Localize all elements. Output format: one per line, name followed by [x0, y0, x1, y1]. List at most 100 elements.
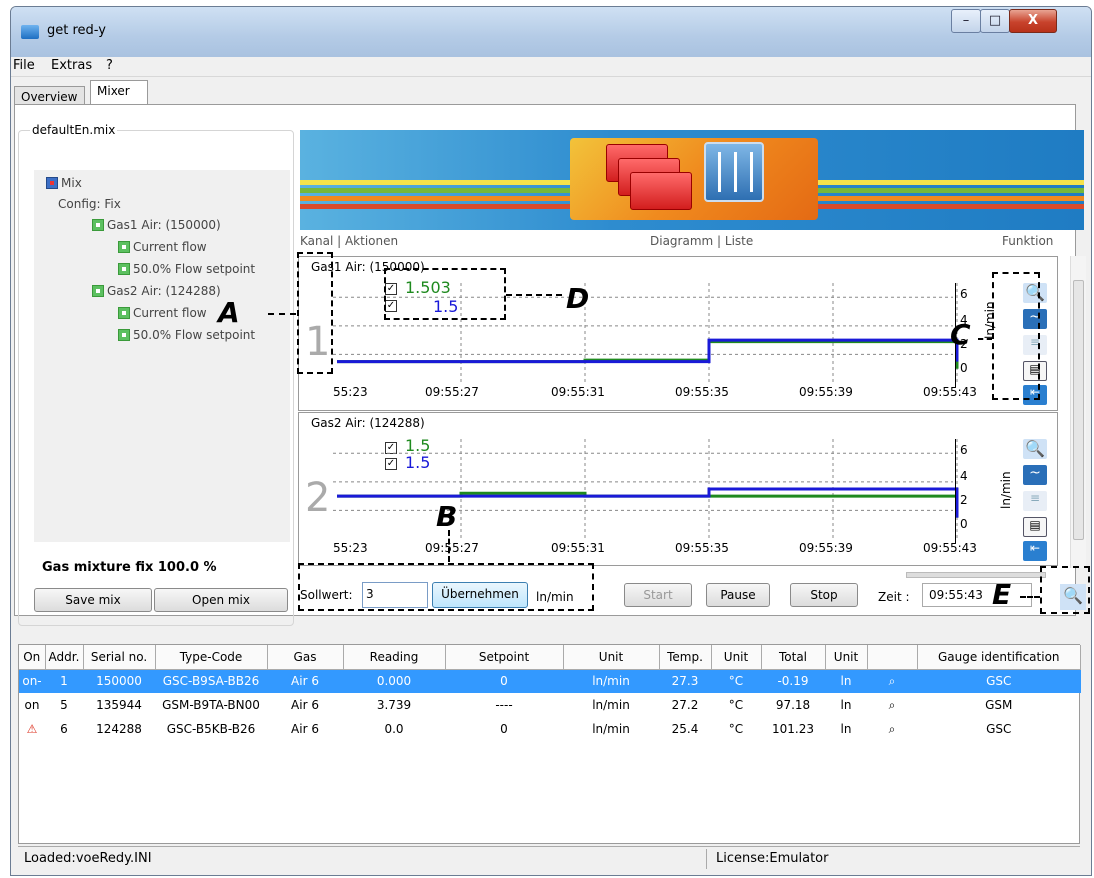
zoom-icon[interactable]: 🔍: [1023, 439, 1047, 459]
annotation-leader: [268, 313, 296, 315]
zeit-label: Zeit :: [878, 590, 910, 604]
x-tick-label: 09:55:31: [551, 385, 605, 399]
x-tick-label: 55:23: [333, 385, 368, 399]
tab-overview[interactable]: Overview: [14, 86, 85, 106]
series-setpoint-line: [337, 338, 959, 364]
annotation-box-e: [1040, 566, 1090, 614]
annotation-letter-a: A: [218, 296, 240, 329]
open-mix-button[interactable]: Open mix: [154, 588, 288, 612]
gauge-search-icon[interactable]: ⌕: [867, 717, 917, 741]
zeit-value: 09:55:43: [922, 583, 1032, 607]
y-tick-label: 0: [960, 517, 968, 531]
x-tick-label: 09:55:43: [923, 541, 977, 555]
tab-mixer[interactable]: Mixer: [90, 80, 148, 106]
table-row[interactable]: on- 1 150000 GSC-B9SA-BB26 Air 6 0.000 0 ln/min…: [19, 669, 1081, 693]
close-button[interactable]: X: [1009, 9, 1057, 33]
annotation-leader: [506, 294, 562, 296]
scrollbar-thumb[interactable]: [1073, 280, 1084, 540]
time-slider[interactable]: [906, 572, 1046, 578]
device-banner: [300, 130, 1084, 230]
tree-node-gas1[interactable]: Gas1 Air: (150000): [92, 218, 221, 232]
x-tick-label: 09:55:35: [675, 541, 729, 555]
col-header[interactable]: Gas: [267, 645, 344, 670]
device-table: On Addr. Serial no. Type-Code Gas Readin…: [18, 644, 1081, 844]
x-tick-label: 09:55:27: [425, 541, 479, 555]
mix-tree: Mix Config: Fix Gas1 Air: (150000) Curre…: [34, 170, 290, 542]
tree-node-gas1-setpoint[interactable]: 50.0% Flow setpoint: [118, 262, 255, 276]
col-header[interactable]: [867, 645, 918, 670]
tree-node-mix[interactable]: Mix: [46, 176, 82, 190]
header-kanal: Kanal | Aktionen: [300, 234, 399, 248]
channel-number: 2: [305, 475, 331, 521]
annotation-box-c: [992, 272, 1040, 400]
col-header[interactable]: Unit: [711, 645, 762, 670]
save-mix-button[interactable]: Save mix: [34, 588, 152, 612]
col-header[interactable]: Type-Code: [155, 645, 268, 670]
status-loaded: Loaded:voeRedy.INI: [24, 851, 152, 866]
x-tick-label: 09:55:35: [675, 385, 729, 399]
series-actual-line: [337, 340, 959, 369]
col-header[interactable]: Unit: [563, 645, 660, 670]
title-bar[interactable]: get red-y – □ X: [11, 7, 1091, 57]
tree-node-gas2-setpoint[interactable]: 50.0% Flow setpoint: [118, 328, 255, 342]
col-header[interactable]: Reading: [343, 645, 446, 670]
gauge-search-icon[interactable]: ⌕: [867, 669, 917, 693]
col-header[interactable]: Addr.: [45, 645, 84, 670]
pause-button[interactable]: Pause: [706, 583, 770, 607]
list-icon[interactable]: ≡: [1023, 491, 1047, 511]
gauge-search-icon[interactable]: ⌕: [867, 693, 917, 717]
chart-plot: [333, 439, 959, 539]
annotation-letter-d: D: [566, 282, 590, 315]
col-header[interactable]: On: [19, 645, 46, 670]
annotation-leader: [978, 338, 992, 340]
table-icon[interactable]: ▤: [1023, 517, 1047, 537]
export-icon[interactable]: ⇤: [1023, 541, 1047, 561]
flow-node-icon: [118, 241, 130, 253]
tree-node-config[interactable]: Config: Fix: [58, 197, 121, 211]
table-row[interactable]: ⚠ 6 124288 GSC-B5KB-B26 Air 6 0.0 0 ln/min 25.4 °…: [19, 717, 1081, 741]
vertical-scrollbar[interactable]: [1070, 256, 1086, 568]
tree-node-gas2-current-flow[interactable]: Current flow: [118, 306, 207, 320]
annotation-letter-e: E: [992, 578, 1012, 611]
x-tick-label: 09:55:31: [551, 541, 605, 555]
annotation-box-b: [298, 563, 594, 611]
setpoint-node-icon: [118, 263, 130, 275]
stop-button[interactable]: Stop: [790, 583, 858, 607]
y-tick-label: 6: [960, 287, 968, 301]
col-header[interactable]: Total: [761, 645, 826, 670]
y-tick-label: 2: [960, 493, 968, 507]
y-tick-label: 6: [960, 443, 968, 457]
y-tick-label: 0: [960, 361, 968, 375]
annotation-leader: [448, 530, 450, 562]
menu-extras[interactable]: Extras: [51, 58, 92, 73]
y-axis: [955, 439, 956, 543]
gas-node-icon: [92, 285, 104, 297]
app-icon: [21, 25, 39, 39]
maximize-button[interactable]: □: [980, 9, 1010, 33]
annotation-box-a: [297, 252, 333, 374]
x-tick-label: 09:55:39: [799, 385, 853, 399]
x-tick-label: 09:55:27: [425, 385, 479, 399]
mixer-graphic: [704, 142, 764, 202]
status-bar: Loaded:voeRedy.INI License:Emulator: [18, 846, 1080, 870]
col-header[interactable]: Gauge identification: [917, 645, 1081, 670]
annotation-box-d: [384, 268, 506, 320]
window-title: get red-y: [47, 23, 106, 38]
menu-help[interactable]: ?: [106, 58, 113, 73]
col-header[interactable]: Unit: [825, 645, 868, 670]
flow-node-icon: [118, 307, 130, 319]
gas-node-icon: [92, 219, 104, 231]
device-graphic: [630, 172, 692, 210]
chart-icon[interactable]: ~: [1023, 465, 1047, 485]
start-button[interactable]: Start: [624, 583, 692, 607]
table-row[interactable]: on 5 135944 GSM-B9TA-BN00 Air 6 3.739 ---- ln/m…: [19, 693, 1081, 717]
col-header[interactable]: Serial no.: [83, 645, 156, 670]
menu-bar: File Extras ?: [11, 57, 1091, 77]
col-header[interactable]: Temp.: [659, 645, 712, 670]
minimize-button[interactable]: –: [951, 9, 981, 33]
menu-file[interactable]: File: [13, 58, 35, 73]
annotation-leader: [1020, 596, 1040, 598]
tree-node-gas1-current-flow[interactable]: Current flow: [118, 240, 207, 254]
col-header[interactable]: Setpoint: [445, 645, 564, 670]
tree-node-gas2[interactable]: Gas2 Air: (124288): [92, 284, 221, 298]
